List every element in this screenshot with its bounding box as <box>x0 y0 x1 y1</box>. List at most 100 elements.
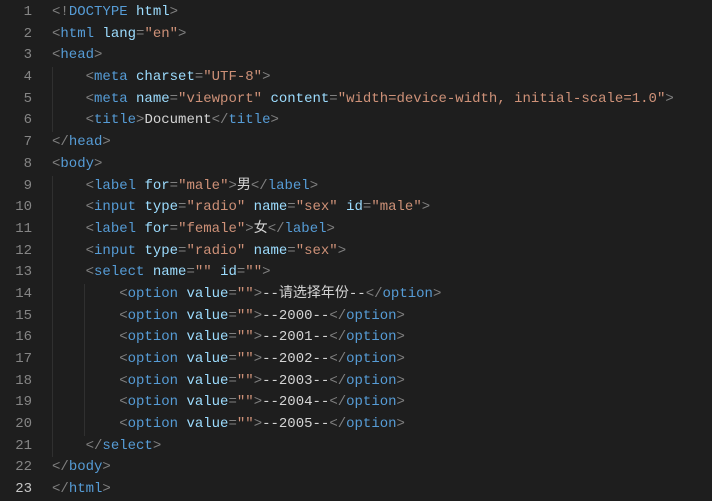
token-at: content <box>270 91 329 107</box>
token-tg: option <box>346 329 396 345</box>
token-p: = <box>195 69 203 85</box>
indent-guide <box>84 284 85 306</box>
token-p: > <box>262 264 270 280</box>
code-line[interactable]: <option value="">--2000--</option> <box>52 306 712 328</box>
token-p: </ <box>268 221 285 237</box>
token-at: value <box>186 329 228 345</box>
indent-whitespace <box>52 416 119 432</box>
indent-guide <box>52 392 53 414</box>
token-tg: select <box>94 264 144 280</box>
indent-guide <box>52 219 53 241</box>
token-tg: select <box>102 438 152 454</box>
token-p: < <box>119 373 127 389</box>
code-line[interactable]: <meta name="viewport" content="width=dev… <box>52 89 712 111</box>
token-p: = <box>170 178 178 194</box>
code-line[interactable]: </head> <box>52 132 712 154</box>
code-line[interactable]: <label for="male">男</label> <box>52 176 712 198</box>
indent-whitespace <box>52 373 119 389</box>
token-p: > <box>94 156 102 172</box>
line-number: 16 <box>0 327 32 349</box>
token-at: value <box>186 351 228 367</box>
code-line[interactable]: </body> <box>52 457 712 479</box>
code-line[interactable]: <meta charset="UTF-8"> <box>52 67 712 89</box>
code-line[interactable]: <option value="">--请选择年份--</option> <box>52 284 712 306</box>
token-st: "" <box>245 264 262 280</box>
token-p: > <box>178 26 186 42</box>
token-p: > <box>245 221 253 237</box>
token-p: > <box>254 373 262 389</box>
token-tg: html <box>60 26 94 42</box>
token-st: "sex" <box>296 243 338 259</box>
line-number: 8 <box>0 154 32 176</box>
token-p: < <box>86 112 94 128</box>
token-tg: title <box>228 112 270 128</box>
token-tg: option <box>383 286 433 302</box>
line-number: 14 <box>0 284 32 306</box>
code-line[interactable]: <option value="">--2002--</option> <box>52 349 712 371</box>
indent-whitespace <box>52 329 119 345</box>
token-tx <box>128 91 136 107</box>
token-at: value <box>186 373 228 389</box>
token-tg: option <box>128 286 178 302</box>
indent-guide <box>84 414 85 436</box>
line-number: 17 <box>0 349 32 371</box>
token-st: "sex" <box>296 199 338 215</box>
token-at: id <box>346 199 363 215</box>
code-line[interactable]: <select name="" id=""> <box>52 262 712 284</box>
token-st: "" <box>237 373 254 389</box>
token-st: "" <box>237 351 254 367</box>
code-line[interactable]: <html lang="en"> <box>52 24 712 46</box>
token-p: < <box>119 394 127 410</box>
line-number: 19 <box>0 392 32 414</box>
token-p: = <box>228 329 236 345</box>
token-p: > <box>254 351 262 367</box>
code-line[interactable]: <option value="">--2001--</option> <box>52 327 712 349</box>
token-st: "" <box>237 394 254 410</box>
line-number: 1 <box>0 2 32 24</box>
code-line[interactable]: <option value="">--2003--</option> <box>52 371 712 393</box>
code-line[interactable]: <body> <box>52 154 712 176</box>
token-at: value <box>186 394 228 410</box>
token-p: > <box>254 329 262 345</box>
token-at: id <box>220 264 237 280</box>
code-line[interactable]: <option value="">--2005--</option> <box>52 414 712 436</box>
code-editor-area[interactable]: <!DOCTYPE html><html lang="en"><head> <m… <box>44 0 712 500</box>
token-p: > <box>254 308 262 324</box>
token-tx: Document <box>144 112 211 128</box>
token-p: > <box>310 178 318 194</box>
token-at: name <box>136 91 170 107</box>
code-line[interactable]: </html> <box>52 479 712 501</box>
token-st: "male" <box>371 199 421 215</box>
token-p: </ <box>329 329 346 345</box>
line-number: 10 <box>0 197 32 219</box>
token-p: < <box>86 199 94 215</box>
token-tx: --2000-- <box>262 308 329 324</box>
code-line[interactable]: <!DOCTYPE html> <box>52 2 712 24</box>
indent-guide <box>52 306 53 328</box>
token-p: = <box>287 243 295 259</box>
token-tg: option <box>346 351 396 367</box>
token-p: < <box>119 308 127 324</box>
token-p: = <box>170 91 178 107</box>
indent-guide <box>52 262 53 284</box>
token-p: > <box>228 178 236 194</box>
token-p: </ <box>212 112 229 128</box>
code-line[interactable]: <input type="radio" name="sex" id="male"… <box>52 197 712 219</box>
indent-whitespace <box>52 91 86 107</box>
token-tx: 女 <box>254 221 268 237</box>
line-number: 18 <box>0 371 32 393</box>
indent-guide <box>52 371 53 393</box>
token-p: < <box>119 286 127 302</box>
token-p: > <box>102 481 110 497</box>
code-line[interactable]: </select> <box>52 436 712 458</box>
indent-whitespace <box>52 351 119 367</box>
code-line[interactable]: <label for="female">女</label> <box>52 219 712 241</box>
code-line[interactable]: <title>Document</title> <box>52 110 712 132</box>
code-line[interactable]: <input type="radio" name="sex"> <box>52 241 712 263</box>
code-line[interactable]: <head> <box>52 45 712 67</box>
token-tx: --2005-- <box>262 416 329 432</box>
token-p: > <box>254 286 262 302</box>
token-p: < <box>86 243 94 259</box>
token-p: </ <box>52 459 69 475</box>
code-line[interactable]: <option value="">--2004--</option> <box>52 392 712 414</box>
